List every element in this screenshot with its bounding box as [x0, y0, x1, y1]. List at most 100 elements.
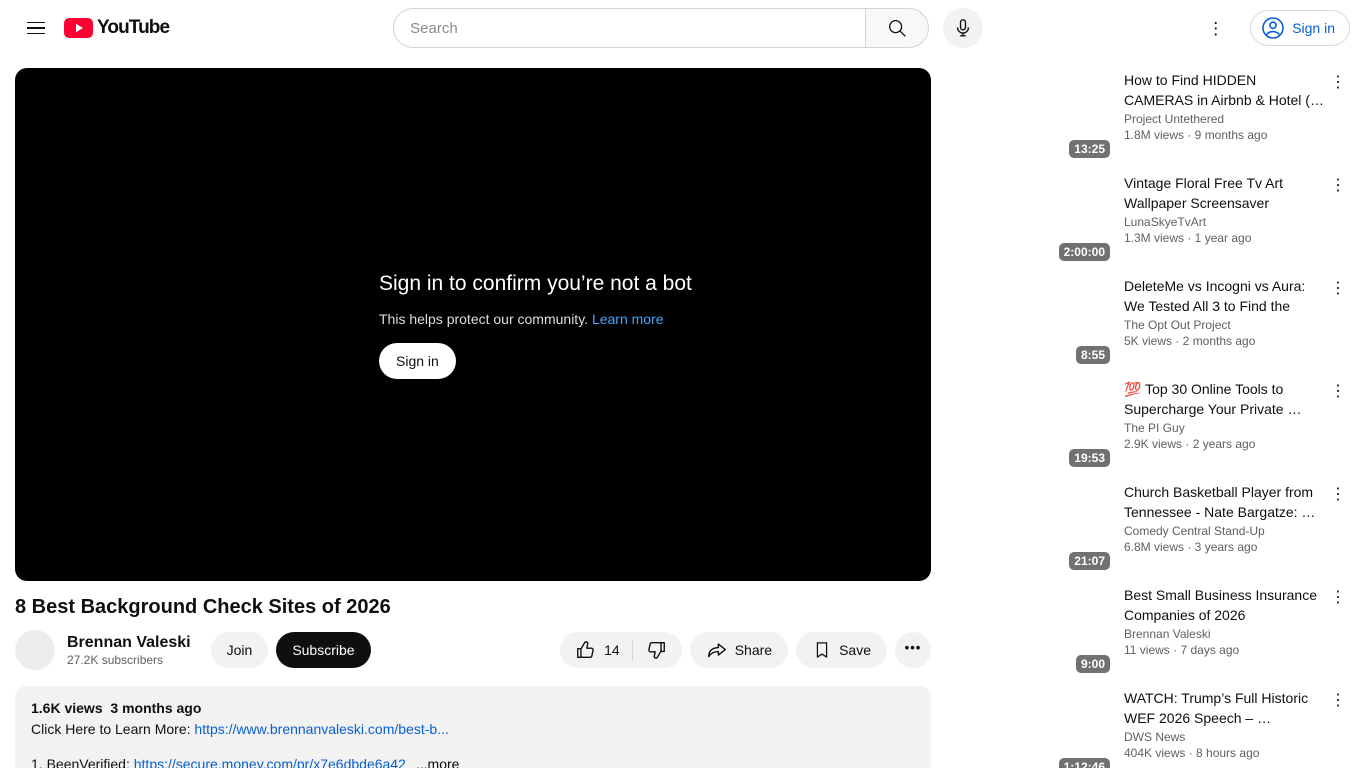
video-options-kebab[interactable]: ⋮: [1326, 377, 1350, 471]
related-video-meta: 5K views · 2 months ago: [1124, 334, 1256, 348]
video-thumbnail[interactable]: 13:25: [946, 68, 1114, 162]
player-signin-button[interactable]: Sign in: [379, 343, 456, 379]
description-link-2[interactable]: https://secure.money.com/pr/x7e6dbde6a42: [134, 756, 406, 768]
voice-search-button[interactable]: [943, 8, 984, 48]
related-video-title[interactable]: WATCH: Trump’s Full Historic WEF 2026 Sp…: [1124, 686, 1326, 726]
signin-button-label: Sign in: [1292, 20, 1335, 36]
sidebar-video-list: 13:25 How to Find HIDDEN CAMERAS in Airb…: [946, 68, 1350, 768]
hamburger-icon: [27, 21, 45, 24]
description-line-1: Click Here to Learn More: https://www.br…: [31, 721, 449, 737]
description-box[interactable]: 1.6K views 3 months ago Click Here to Le…: [15, 686, 931, 768]
related-video-meta: 11 views · 7 days ago: [1124, 643, 1240, 657]
video-thumbnail[interactable]: 2:00:00: [946, 171, 1114, 265]
video-thumbnail[interactable]: 21:07: [946, 480, 1114, 574]
video-thumbnail[interactable]: 19:53: [946, 377, 1114, 471]
channel-avatar[interactable]: [15, 630, 55, 670]
related-video-title[interactable]: Church Basketball Player from Tennessee …: [1124, 480, 1326, 520]
top-app-bar: YouTube ⋮: [0, 0, 1366, 56]
like-button[interactable]: 14: [560, 632, 632, 668]
video-thumbnail[interactable]: 1:12:46: [946, 686, 1114, 768]
like-dislike-group: 14: [560, 632, 682, 668]
share-label: Share: [734, 642, 773, 658]
view-count: 1.6K views: [31, 700, 103, 716]
subscribe-button[interactable]: Subscribe: [276, 632, 371, 668]
related-video-channel[interactable]: Brennan Valeski: [1124, 627, 1326, 641]
bookmark-icon: [812, 640, 832, 660]
related-video-item[interactable]: 8:55 DeleteMe vs Incogni vs Aura: We Tes…: [946, 274, 1350, 368]
save-button[interactable]: Save: [796, 632, 887, 668]
related-video-item[interactable]: 19:53 💯 Top 30 Online Tools to Superchar…: [946, 377, 1350, 471]
search-input[interactable]: [393, 8, 866, 48]
duration-badge: 8:55: [1075, 346, 1110, 364]
youtube-logo[interactable]: YouTube: [64, 17, 170, 39]
related-video-meta: 6.8M views · 3 years ago: [1124, 540, 1258, 554]
description-line-2: 1. BeenVerified: https://secure.money.co…: [31, 754, 915, 768]
related-video-title[interactable]: 💯 Top 30 Online Tools to Supercharge You…: [1124, 377, 1326, 417]
related-video-item[interactable]: 1:12:46 WATCH: Trump’s Full Historic WEF…: [946, 686, 1350, 768]
channel-name[interactable]: Brennan Valeski: [67, 634, 191, 652]
related-video-meta: 404K views · 8 hours ago: [1124, 746, 1260, 760]
overlay-title: Sign in to confirm you’re not a bot: [379, 272, 692, 295]
video-options-kebab[interactable]: ⋮: [1326, 274, 1350, 368]
description-link-1[interactable]: https://www.brennanvaleski.com/best-b...: [194, 721, 448, 737]
youtube-logo-text: YouTube: [97, 17, 170, 38]
related-video-item[interactable]: 13:25 How to Find HIDDEN CAMERAS in Airb…: [946, 68, 1350, 162]
duration-badge: 13:25: [1069, 140, 1110, 158]
related-video-title[interactable]: How to Find HIDDEN CAMERAS in Airbnb & H…: [1124, 68, 1326, 108]
overlay-subtitle: This helps protect our community. Learn …: [379, 311, 664, 327]
related-video-title[interactable]: Vintage Floral Free Tv Art Wallpaper Scr…: [1124, 171, 1326, 211]
related-video-channel[interactable]: DWS News: [1124, 730, 1326, 744]
video-thumbnail[interactable]: 9:00: [946, 583, 1114, 677]
account-circle-icon: [1261, 16, 1285, 40]
show-more-link[interactable]: ...more: [416, 756, 460, 768]
video-options-kebab[interactable]: ⋮: [1326, 686, 1350, 768]
upload-date: 3 months ago: [110, 700, 202, 716]
subscriber-count: 27.2K subscribers: [67, 652, 164, 667]
share-button[interactable]: Share: [689, 632, 789, 668]
learn-more-link[interactable]: Learn more: [592, 311, 664, 327]
related-video-channel[interactable]: Comedy Central Stand-Up: [1124, 524, 1326, 538]
settings-kebab-button[interactable]: ⋮: [1207, 20, 1224, 37]
save-label: Save: [839, 642, 871, 658]
microphone-icon: [952, 17, 974, 39]
related-video-item[interactable]: 9:00 Best Small Business Insurance Compa…: [946, 583, 1350, 677]
bot-check-overlay: Sign in to confirm you’re not a bot This…: [379, 272, 692, 379]
related-video-channel[interactable]: Project Untethered: [1124, 112, 1326, 126]
related-video-channel[interactable]: LunaSkyeTvArt: [1124, 215, 1326, 229]
search-button[interactable]: [865, 8, 930, 48]
related-video-item[interactable]: 21:07 Church Basketball Player from Tenn…: [946, 480, 1350, 574]
duration-badge: 21:07: [1069, 552, 1110, 570]
related-video-channel[interactable]: The PI Guy: [1124, 421, 1326, 435]
related-video-title[interactable]: Best Small Business Insurance Companies …: [1124, 583, 1326, 623]
dislike-button[interactable]: [633, 632, 682, 668]
related-video-item[interactable]: 2:00:00 Vintage Floral Free Tv Art Wallp…: [946, 171, 1350, 265]
video-options-kebab[interactable]: ⋮: [1326, 68, 1350, 162]
duration-badge: 1:12:46: [1058, 758, 1110, 768]
related-video-meta: 1.8M views · 9 months ago: [1124, 128, 1268, 142]
thumbs-up-icon: [575, 639, 597, 661]
related-video-title[interactable]: DeleteMe vs Incogni vs Aura: We Tested A…: [1124, 274, 1326, 314]
like-count: 14: [604, 642, 620, 658]
video-options-kebab[interactable]: ⋮: [1326, 480, 1350, 574]
related-video-meta: 2.9K views · 2 years ago: [1124, 437, 1256, 451]
video-title: 8 Best Background Check Sites of 2026: [15, 596, 391, 618]
video-options-kebab[interactable]: ⋮: [1326, 171, 1350, 265]
channel-action-row: Brennan Valeski 27.2K subscribers Join S…: [15, 630, 931, 670]
share-icon: [706, 639, 728, 661]
signin-button[interactable]: Sign in: [1250, 10, 1350, 46]
duration-badge: 9:00: [1075, 655, 1110, 673]
description-meta: 1.6K views 3 months ago: [31, 698, 915, 718]
video-options-kebab[interactable]: ⋮: [1326, 583, 1350, 677]
more-actions-button[interactable]: •••: [895, 632, 931, 668]
search-icon: [886, 17, 908, 39]
thumbs-down-icon: [645, 639, 667, 661]
join-button[interactable]: Join: [210, 632, 269, 668]
menu-button[interactable]: [16, 8, 56, 48]
video-player[interactable]: Sign in to confirm you’re not a bot This…: [15, 68, 931, 581]
related-video-meta: 1.3M views · 1 year ago: [1124, 231, 1252, 245]
duration-badge: 19:53: [1069, 449, 1110, 467]
youtube-play-icon: [64, 18, 93, 38]
related-video-channel[interactable]: The Opt Out Project: [1124, 318, 1326, 332]
duration-badge: 2:00:00: [1058, 243, 1110, 261]
video-thumbnail[interactable]: 8:55: [946, 274, 1114, 368]
